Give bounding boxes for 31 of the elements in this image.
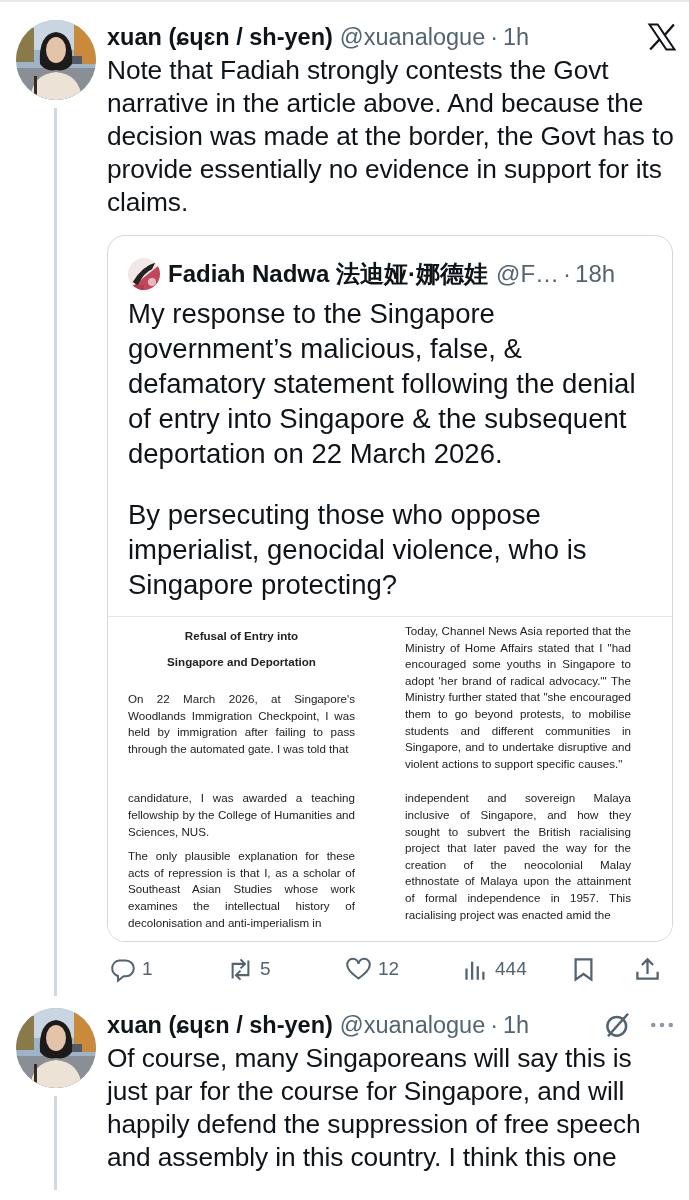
x-logo-icon[interactable] — [647, 22, 677, 52]
user-handle: @xuanalogue — [339, 23, 486, 51]
like-count: 12 — [378, 958, 400, 981]
document-paragraph: candidature, I was awarded a teaching fellowship by the College of Humanities and Sciences, NUS. — [128, 790, 355, 840]
reply-count: 1 — [142, 958, 153, 981]
share-icon[interactable] — [634, 955, 661, 983]
post-text: Of course, many Singaporeans will say this is just par for the course for Singapore, and will happily defend the suppression of free speech and assembly in this country. I think this one — [107, 1042, 642, 1175]
quoted-post-text: By persecuting those who oppose imperialist, genocidal violence, who is Singapore protecting? — [128, 498, 588, 602]
quoted-post-text: My response to the Singapore government’s malicious, false, & defamatory statement following the denial of entry into Singapore & the subsequent deportation on 22 March 2026. — [128, 297, 637, 471]
author-name: Fadiah Nadwa 法迪娅·娜德娃 — [168, 259, 489, 289]
user-handle: @xuanalogue — [339, 1011, 486, 1039]
views-count: 444 — [495, 958, 527, 981]
separator-dot: · — [563, 260, 572, 288]
document-paragraph: On 22 March 2026, at Singapore's Woodlands Immigration Checkpoint, I was held by immigration after failing to pass through the automated gate. I was told that — [128, 691, 355, 757]
separator-dot: · — [490, 1011, 499, 1039]
document-paragraph: The only plausible explanation for these acts of repression is that I, as a scholar of Southeast Asian Studies whose work examines the intellectual history of decolonisation and anti-imperialism in — [128, 848, 355, 931]
user-handle: @F… — [496, 260, 560, 288]
heart-icon[interactable] — [345, 955, 372, 983]
post-time: 1h — [503, 23, 530, 51]
post-text: Note that Fadiah strongly contests the Govt narrative in the article above. And because the decision was made at the border, the Govt has to provide essentially no evidence in support for its claims. — [107, 54, 675, 219]
post-time: 1h — [503, 1011, 530, 1039]
separator-dot: · — [490, 23, 499, 51]
quoted-post-card[interactable] — [107, 235, 673, 943]
document-paragraph: independent and sovereign Malaya inclusive of Singapore, and how they sought to subvert the British racialising project that later paved the way for the creation of the neocolonial Malay ethnostate of Malaya upon the attainment of formal independence in 1957. This racialising project was enacted amid the — [405, 790, 631, 923]
document-heading: Singapore and Deportation — [166, 654, 317, 670]
document-paragraph: Today, Channel News Asia reported that the Ministry of Home Affairs stated that I "had encouraged some youths in Singapore to adopt 'her brand of radical advocacy.'" The Ministry further stated that "she encouraged them to go beyond protests, to mobilise students and different communities in Singapore, and to undertake disruptive and violent actions to support specific causes." — [405, 623, 631, 772]
repost-count: 5 — [260, 958, 271, 981]
author-name: xuan (ɕɥɛn / sh-yen) — [107, 23, 333, 51]
document-heading: Refusal of Entry into — [183, 628, 300, 644]
post-time: 18h — [575, 260, 616, 288]
author-name: xuan (ɕɥɛn / sh-yen) — [107, 1011, 333, 1039]
